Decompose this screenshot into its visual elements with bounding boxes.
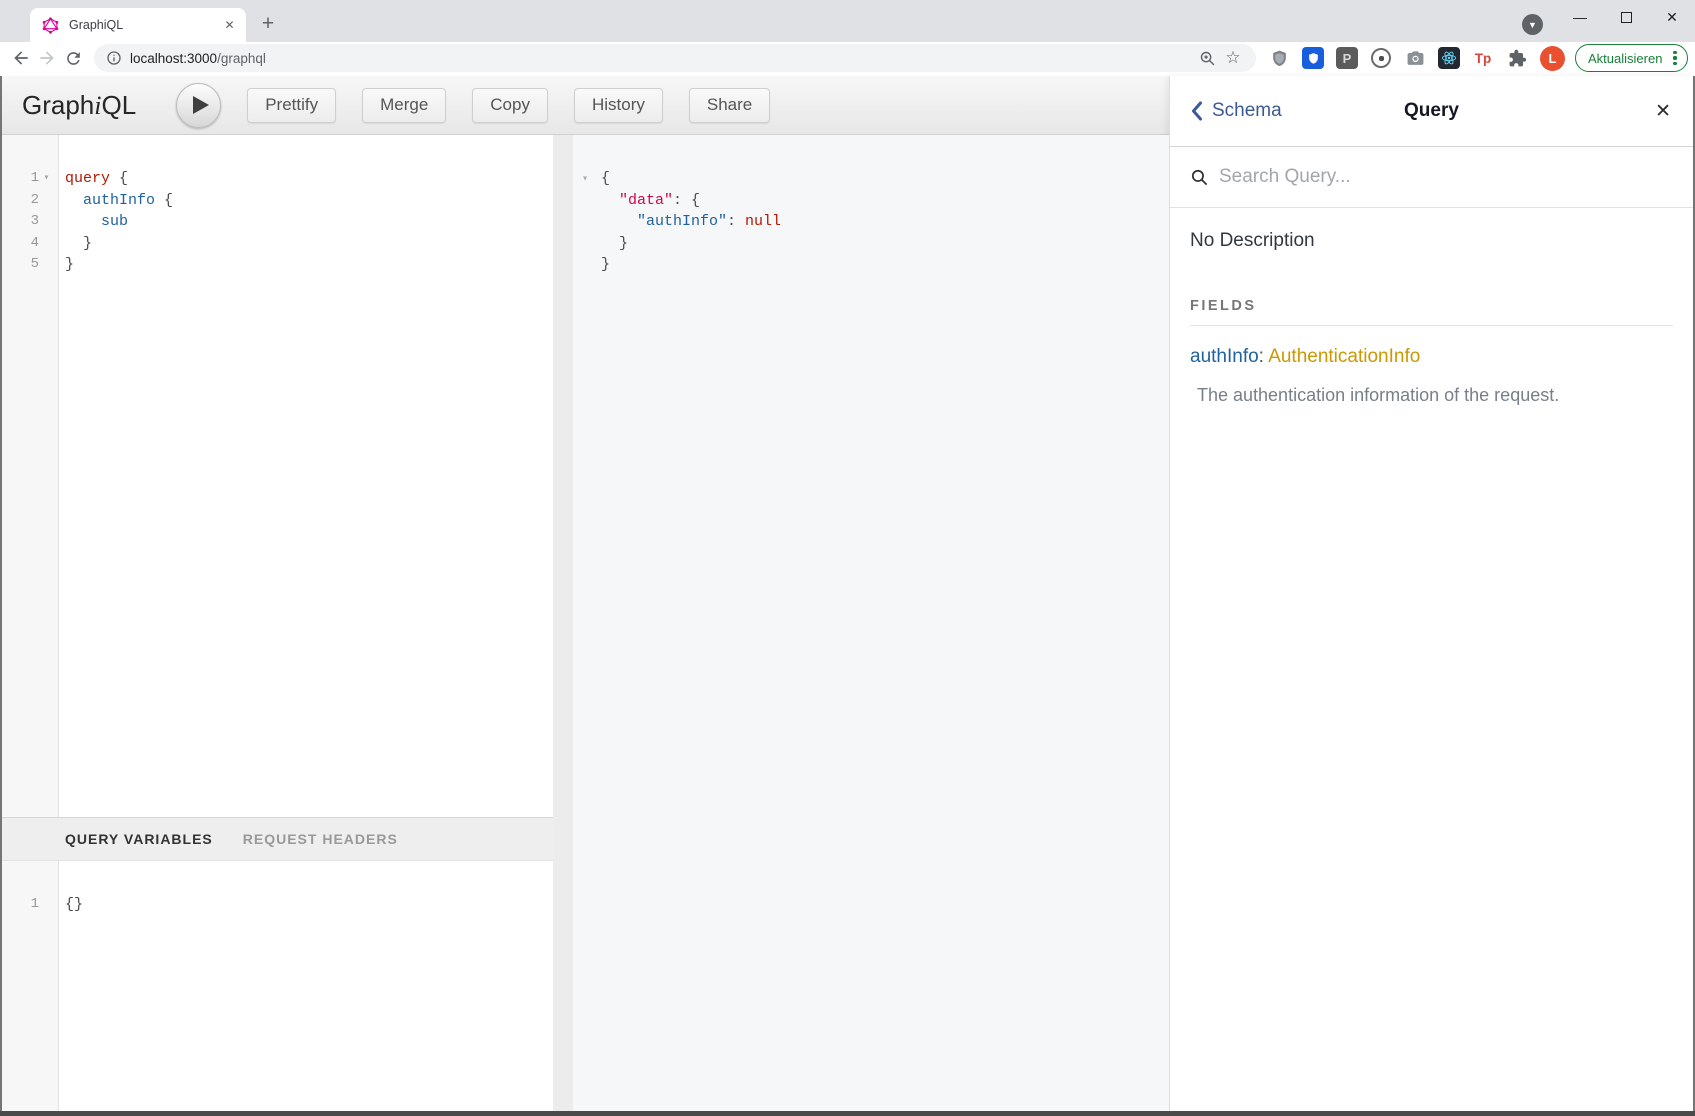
graphiql-app: GraphiQL Prettify Merge Copy History Sha…	[0, 76, 1695, 1111]
code-line: query {	[65, 168, 553, 190]
window-close-button[interactable]: ✕	[1649, 0, 1695, 34]
profile-avatar[interactable]: L	[1540, 46, 1565, 71]
copy-button[interactable]: Copy	[472, 88, 548, 123]
react-devtools-extension-icon[interactable]	[1438, 47, 1460, 69]
fold-arrow-icon[interactable]: ▾	[39, 168, 54, 190]
chevron-left-icon	[1190, 101, 1203, 121]
graphql-favicon-icon	[42, 17, 59, 34]
back-button[interactable]	[8, 45, 34, 71]
pane-resize-handle[interactable]	[553, 135, 573, 1111]
search-icon	[1190, 168, 1209, 187]
window-minimize-button[interactable]: —	[1557, 0, 1603, 34]
browser-navbar: localhost:3000/graphql ☆ P	[0, 42, 1695, 76]
tab-request-headers[interactable]: REQUEST HEADERS	[243, 831, 398, 847]
query-editor-pane: 1▾ 2 3 4 5 query { authInfo { sub } }	[2, 135, 553, 1111]
merge-button[interactable]: Merge	[362, 88, 446, 123]
result-code: { "data": { "authInfo": null } }	[573, 135, 1169, 276]
type-name-link[interactable]: AuthenticationInfo	[1268, 346, 1420, 367]
tab-strip: GraphiQL ✕ + ▼ — ✕	[0, 0, 1695, 42]
code-line: }	[601, 254, 1169, 276]
doc-explorer-body: No Description FIELDS authInfo: Authenti…	[1170, 208, 1693, 428]
code-line: {	[601, 168, 1169, 190]
zoom-icon[interactable]	[1194, 45, 1220, 71]
variables-title-bar: QUERY VARIABLES REQUEST HEADERS	[2, 817, 553, 861]
field-name-link[interactable]: authInfo	[1190, 346, 1259, 367]
window-bottom-edge	[0, 1111, 1695, 1116]
window-controls: — ✕	[1557, 0, 1695, 34]
query-variables-editor[interactable]: 1 {}	[2, 861, 553, 1111]
query-code[interactable]: query { authInfo { sub } }	[59, 135, 553, 817]
ublock-extension-icon[interactable]	[1268, 47, 1290, 69]
tp-extension-icon[interactable]: Tp	[1472, 47, 1494, 69]
tab-close-icon[interactable]: ✕	[221, 17, 238, 34]
doc-explorer-panel: Schema Query ✕ No Description FIELDS aut…	[1169, 76, 1693, 1111]
page-info-icon[interactable]	[106, 50, 122, 66]
graphiql-logo: GraphiQL	[22, 90, 136, 121]
url-text: localhost:3000/graphql	[130, 51, 1194, 66]
update-label: Aktualisieren	[1588, 51, 1662, 66]
query-editor[interactable]: 1▾ 2 3 4 5 query { authInfo { sub } }	[2, 135, 553, 817]
camera-extension-icon[interactable]	[1404, 47, 1426, 69]
window-maximize-button[interactable]	[1603, 0, 1649, 34]
doc-close-icon[interactable]: ✕	[1655, 100, 1671, 123]
browser-window: GraphiQL ✕ + ▼ — ✕ localhost:3000/graphq…	[0, 0, 1695, 1116]
result-pane[interactable]: ▾ { "data": { "authInfo": null } }	[573, 135, 1169, 1111]
browser-menu-kebab-icon[interactable]	[1671, 49, 1678, 68]
bitwarden-extension-icon[interactable]	[1302, 47, 1324, 69]
doc-back-label: Schema	[1212, 100, 1282, 122]
tab-search-button[interactable]: ▼	[1522, 14, 1543, 35]
tab-query-variables[interactable]: QUERY VARIABLES	[65, 831, 213, 847]
code-line: }	[601, 233, 1169, 255]
field-row: authInfo: AuthenticationInfo	[1190, 346, 1673, 368]
graphiql-toolbar: GraphiQL Prettify Merge Copy History Sha…	[2, 76, 1169, 135]
fields-category-title: FIELDS	[1190, 298, 1673, 326]
execute-query-button[interactable]	[176, 83, 221, 128]
p-extension-icon[interactable]: P	[1336, 47, 1358, 69]
bookmark-star-icon[interactable]: ☆	[1220, 45, 1246, 71]
code-line: "data": {	[601, 190, 1169, 212]
code-line: {}	[65, 894, 553, 916]
forward-button[interactable]	[34, 45, 60, 71]
code-line: authInfo {	[65, 190, 553, 212]
tab-title: GraphiQL	[69, 18, 221, 32]
browser-tab[interactable]: GraphiQL ✕	[30, 8, 246, 42]
variables-code[interactable]: {}	[59, 861, 553, 1111]
code-line: }	[65, 233, 553, 255]
reload-button[interactable]	[60, 45, 86, 71]
share-button[interactable]: Share	[689, 88, 770, 123]
doc-search-input[interactable]	[1219, 166, 1673, 188]
history-button[interactable]: History	[574, 88, 663, 123]
fold-arrow-icon[interactable]: ▾	[582, 173, 588, 185]
type-description: No Description	[1190, 230, 1673, 252]
prettify-button[interactable]: Prettify	[247, 88, 336, 123]
extensions-puzzle-icon[interactable]	[1506, 47, 1528, 69]
target-extension-icon[interactable]	[1370, 47, 1392, 69]
extension-icons: P Tp	[1268, 47, 1528, 69]
play-icon	[193, 96, 209, 114]
doc-explorer-header: Schema Query ✕	[1170, 76, 1693, 147]
variables-gutter: 1	[2, 861, 59, 1111]
code-line: "authInfo": null	[601, 211, 1169, 233]
doc-back-button[interactable]: Schema	[1190, 100, 1282, 122]
doc-search-bar	[1170, 147, 1693, 208]
new-tab-button[interactable]: +	[254, 10, 282, 38]
code-line: }	[65, 254, 553, 276]
query-editor-gutter: 1▾ 2 3 4 5	[2, 135, 59, 817]
browser-update-button[interactable]: Aktualisieren	[1575, 44, 1688, 72]
url-bar[interactable]: localhost:3000/graphql ☆	[94, 44, 1256, 72]
code-line: sub	[65, 211, 553, 233]
field-description: The authentication information of the re…	[1190, 385, 1673, 406]
